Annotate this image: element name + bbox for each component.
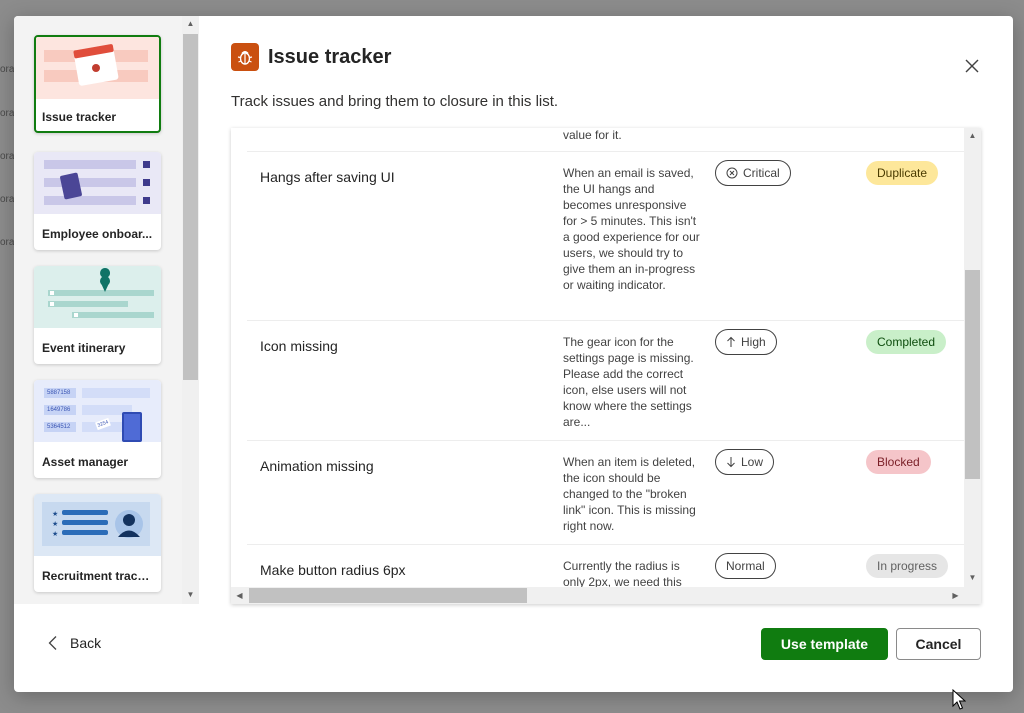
row-title: Animation missing bbox=[260, 458, 374, 474]
template-card-asset-manager[interactable]: 5887158 1649786 5364512 3254 Asset manag… bbox=[34, 380, 161, 478]
table-row: Make button radius 6px Currently the rad… bbox=[247, 545, 964, 587]
background-text: ora bbox=[0, 237, 15, 248]
dialog-title: Issue tracker bbox=[268, 46, 392, 68]
device-tag-icon: 5887158 1649786 5364512 3254 bbox=[34, 380, 161, 442]
scroll-right-icon[interactable]: ▶ bbox=[947, 590, 964, 602]
status-badge: Completed bbox=[866, 330, 947, 354]
chevron-left-icon bbox=[48, 636, 57, 650]
asset-number: 5887158 bbox=[44, 388, 76, 398]
background-text: ora bbox=[0, 194, 15, 205]
row-description: The gear icon for the settings page is m… bbox=[563, 335, 694, 429]
scrollbar-thumb[interactable] bbox=[183, 34, 198, 380]
map-pin-icon bbox=[34, 266, 161, 328]
template-card-recruitment-tracker[interactable]: ★ ★ ★ Recruitment tracker bbox=[34, 494, 161, 592]
status-badge: Duplicate bbox=[866, 161, 939, 185]
row-title: Hangs after saving UI bbox=[260, 169, 395, 185]
back-label: Back bbox=[70, 635, 102, 651]
person-card-icon: ★ ★ ★ bbox=[34, 494, 161, 556]
template-card-label: Recruitment tracker bbox=[42, 569, 154, 583]
template-dialog: Issue tracker Employee onboar... Event i… bbox=[14, 16, 1013, 692]
bug-icon bbox=[231, 43, 259, 71]
table-row: value for it. bbox=[247, 128, 964, 152]
mouse-cursor-icon bbox=[952, 688, 967, 713]
priority-pill: High bbox=[715, 329, 777, 355]
status-badge: In progress bbox=[866, 554, 949, 578]
preview-rows: value for it. Hangs after saving UI When… bbox=[231, 128, 964, 587]
template-preview: value for it. Hangs after saving UI When… bbox=[231, 128, 981, 604]
table-row: Hangs after saving UI When an email is s… bbox=[247, 152, 964, 321]
row-title: Make button radius 6px bbox=[260, 562, 406, 578]
x-circle-icon bbox=[726, 167, 738, 179]
background-text: ora bbox=[0, 151, 15, 162]
template-card-label: Employee onboar... bbox=[42, 227, 153, 241]
svg-text:★: ★ bbox=[52, 520, 58, 528]
scroll-left-icon[interactable]: ◀ bbox=[231, 590, 248, 602]
row-description: When an item is deleted, the icon should… bbox=[563, 455, 696, 533]
template-card-label: Issue tracker bbox=[42, 110, 117, 124]
priority-pill: Low bbox=[715, 449, 775, 475]
template-rail: Issue tracker Employee onboar... Event i… bbox=[14, 16, 199, 604]
scrollbar-thumb[interactable] bbox=[249, 588, 527, 603]
row-description: Currently the radius is only 2px, we nee… bbox=[563, 559, 682, 587]
scroll-down-icon[interactable]: ▼ bbox=[182, 589, 199, 601]
priority-label: Normal bbox=[726, 559, 765, 573]
dialog-subtitle: Track issues and bring them to closure i… bbox=[231, 93, 559, 110]
asset-number: 1649786 bbox=[44, 405, 76, 415]
close-icon[interactable] bbox=[962, 56, 982, 76]
status-badge: Blocked bbox=[866, 450, 931, 474]
template-card-employee-onboarding[interactable]: Employee onboar... bbox=[34, 152, 161, 250]
template-card-event-itinerary[interactable]: Event itinerary bbox=[34, 266, 161, 364]
template-card-label: Asset manager bbox=[42, 455, 129, 469]
template-rail-scrollbar[interactable]: ▲ ▼ bbox=[182, 16, 199, 604]
scroll-up-icon[interactable]: ▲ bbox=[964, 130, 981, 142]
template-card-label: Event itinerary bbox=[42, 341, 126, 355]
priority-label: Critical bbox=[743, 166, 780, 180]
template-card-issue-tracker[interactable]: Issue tracker bbox=[34, 35, 161, 133]
preview-horizontal-scrollbar[interactable]: ◀ ▶ bbox=[231, 587, 964, 604]
asset-number: 5364512 bbox=[44, 422, 76, 432]
row-description: value for it. bbox=[563, 128, 622, 142]
background-text: ora bbox=[0, 108, 15, 119]
scrollbar-corner bbox=[964, 587, 981, 604]
clipboard-checklist-icon bbox=[34, 152, 161, 214]
scroll-up-icon[interactable]: ▲ bbox=[182, 18, 199, 30]
arrow-up-icon bbox=[727, 336, 735, 347]
table-row: Icon missing The gear icon for the setti… bbox=[247, 321, 964, 441]
svg-text:★: ★ bbox=[52, 530, 58, 538]
priority-label: High bbox=[741, 335, 766, 349]
row-description: When an email is saved, the UI hangs and… bbox=[563, 166, 700, 292]
priority-pill: Critical bbox=[715, 160, 791, 186]
cancel-button[interactable]: Cancel bbox=[896, 628, 981, 660]
preview-vertical-scrollbar[interactable]: ▲ ▼ bbox=[964, 128, 981, 587]
svg-text:★: ★ bbox=[52, 510, 58, 518]
use-template-button[interactable]: Use template bbox=[761, 628, 888, 660]
back-button[interactable]: Back bbox=[48, 635, 101, 651]
table-row: Animation missing When an item is delete… bbox=[247, 441, 964, 545]
calendar-bug-icon bbox=[36, 37, 159, 99]
priority-label: Low bbox=[741, 455, 764, 469]
scroll-down-icon[interactable]: ▼ bbox=[964, 572, 981, 584]
row-title: Icon missing bbox=[260, 338, 338, 354]
priority-pill: Normal bbox=[715, 553, 776, 579]
arrow-down-icon bbox=[727, 457, 735, 468]
scrollbar-thumb[interactable] bbox=[965, 270, 980, 479]
background-text: ora bbox=[0, 64, 15, 75]
